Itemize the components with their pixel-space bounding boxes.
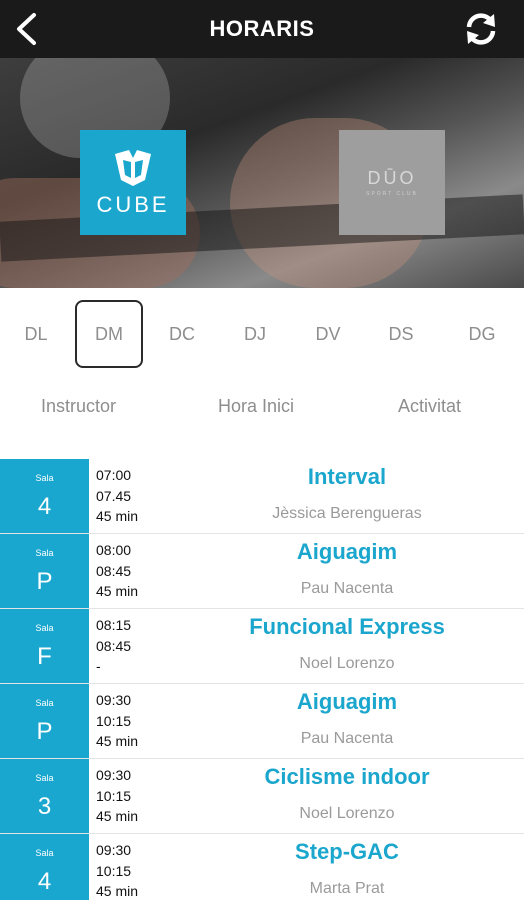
room-label: Sala [35, 473, 54, 483]
room-number: P [36, 568, 53, 595]
cube-logo[interactable]: CUBE [80, 130, 186, 235]
room-badge: Sala F [0, 609, 89, 683]
end-time: 08:45 [96, 637, 132, 654]
room-number: 3 [37, 793, 52, 820]
refresh-icon [466, 13, 496, 45]
room-label: Sala [35, 698, 54, 708]
instructor-name: Pau Nacenta [300, 580, 394, 597]
start-time: 08:15 [96, 617, 132, 633]
class-row[interactable]: Sala 4 07:00 07.45 45 min Interval Jèssi… [0, 459, 524, 534]
duration: 45 min [96, 883, 139, 899]
class-times: 08:15 08:45 - [96, 615, 131, 677]
room-badge: Sala 4 [0, 834, 89, 900]
class-times: 07:00 07.45 45 min [96, 465, 138, 527]
activity-name: Aiguagim [296, 689, 398, 714]
room-badge: Sala 3 [0, 759, 89, 833]
duration: 45 min [96, 508, 139, 524]
instructor-name: Noel Lorenzo [299, 805, 395, 822]
top-bar: HORARIS [0, 0, 524, 58]
instructor-name: Marta Prat [309, 880, 385, 897]
sort-activity[interactable]: Activitat [398, 396, 461, 417]
start-time: 09:30 [96, 767, 132, 783]
day-tab-dj[interactable]: DJ [221, 300, 289, 368]
activity-name: Funcional Express [249, 614, 445, 639]
room-number: 4 [37, 868, 52, 895]
instructor-name: Noel Lorenzo [299, 655, 395, 672]
class-times: 08:00 08:45 45 min [96, 540, 138, 602]
end-time: 10:15 [96, 862, 132, 879]
instructor-name: Jèssica Berengueras [272, 505, 422, 522]
class-schedule-list: Sala 4 07:00 07.45 45 min Interval Jèssi… [0, 459, 524, 900]
class-row[interactable]: Sala 4 09:30 10:15 45 min Step-GAC Marta… [0, 834, 524, 900]
instructor-name: Pau Nacenta [300, 730, 394, 747]
room-label: Sala [35, 548, 54, 558]
page-title: HORARIS [209, 16, 315, 41]
activity-name: Interval [307, 464, 387, 489]
class-row[interactable]: Sala F 08:15 08:45 - Funcional Express N… [0, 609, 524, 684]
sort-start-time[interactable]: Hora Inici [218, 396, 294, 417]
day-tab-ds[interactable]: DS [367, 300, 435, 368]
duo-logo-text: DŪO [367, 168, 417, 188]
duration: 45 min [96, 808, 139, 824]
sort-options: Instructor Hora Inici Activitat [0, 388, 524, 428]
class-times: 09:30 10:15 45 min [96, 840, 138, 900]
room-badge: Sala P [0, 684, 89, 758]
class-row[interactable]: Sala P 09:30 10:15 45 min Aiguagim Pau N… [0, 684, 524, 759]
activity-name: Step-GAC [295, 839, 399, 864]
room-label: Sala [35, 848, 54, 858]
class-row[interactable]: Sala 3 09:30 10:15 45 min Ciclisme indoo… [0, 759, 524, 834]
end-time: 07.45 [96, 487, 132, 504]
hero-banner: CUBE DŪO SPORT CLUB [0, 58, 524, 288]
day-selector: DL DM DC DJ DV DS DG [0, 300, 524, 368]
room-label: Sala [35, 623, 54, 633]
day-tab-dc[interactable]: DC [148, 300, 216, 368]
day-tab-dm[interactable]: DM [75, 300, 143, 368]
day-tab-dl[interactable]: DL [2, 300, 70, 368]
start-time: 09:30 [96, 692, 132, 708]
activity-name: Aiguagim [296, 539, 398, 564]
day-tab-dg[interactable]: DG [448, 300, 516, 368]
duo-logo-subtext: SPORT CLUB [366, 191, 418, 197]
room-label: Sala [35, 773, 54, 783]
class-times: 09:30 10:15 45 min [96, 690, 138, 752]
room-badge: Sala P [0, 534, 89, 608]
room-badge: Sala 4 [0, 459, 89, 533]
cube-logo-text: CUBE [96, 191, 170, 217]
class-row[interactable]: Sala P 08:00 08:45 45 min Aiguagim Pau N… [0, 534, 524, 609]
activity-name: Ciclisme indoor [264, 764, 430, 789]
end-time: 10:15 [96, 787, 132, 804]
end-time: 08:45 [96, 562, 132, 579]
start-time: 07:00 [96, 467, 132, 483]
cube-icon [115, 149, 151, 186]
duration: - [96, 658, 101, 674]
room-number: P [36, 718, 53, 745]
start-time: 09:30 [96, 842, 132, 858]
duo-logo[interactable]: DŪO SPORT CLUB [339, 130, 445, 235]
room-number: F [37, 643, 52, 670]
sort-instructor[interactable]: Instructor [41, 396, 116, 417]
end-time: 10:15 [96, 712, 132, 729]
start-time: 08:00 [96, 542, 132, 558]
refresh-button[interactable] [460, 9, 502, 49]
duration: 45 min [96, 733, 139, 749]
day-tab-dv[interactable]: DV [294, 300, 362, 368]
class-times: 09:30 10:15 45 min [96, 765, 138, 827]
room-number: 4 [37, 493, 52, 520]
duration: 45 min [96, 583, 139, 599]
